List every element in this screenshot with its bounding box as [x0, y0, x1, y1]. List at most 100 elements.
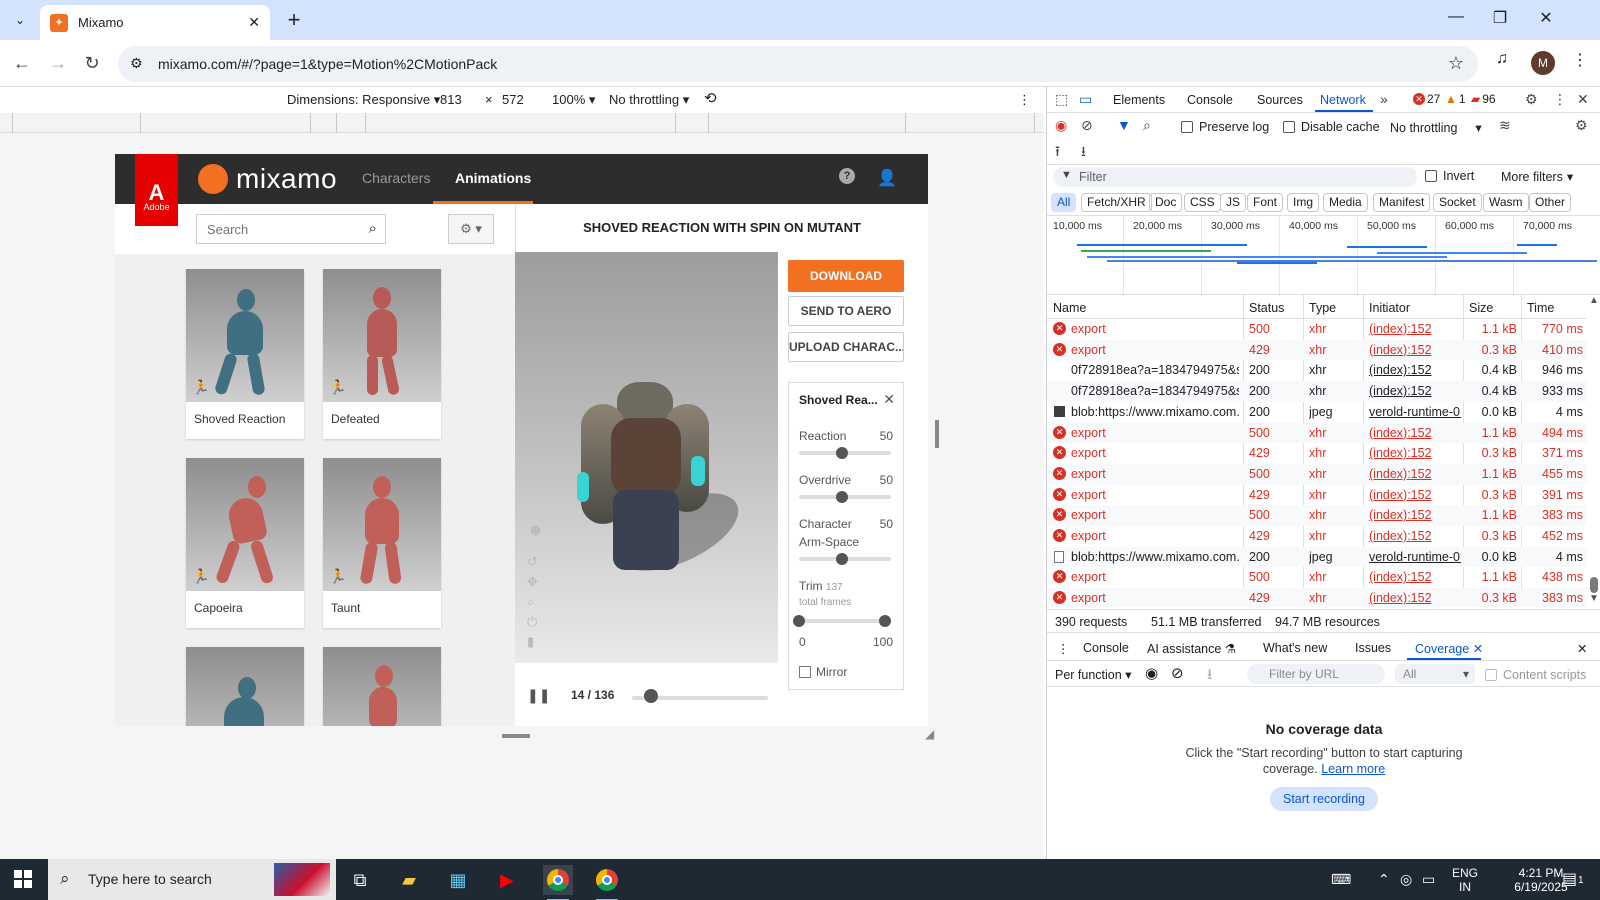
overdrive-slider-thumb[interactable] — [836, 491, 848, 503]
scroll-up-icon[interactable]: ▲ — [1589, 295, 1599, 306]
devtools-menu-icon[interactable]: ⋮ — [1553, 91, 1567, 108]
bookmark-star-icon[interactable]: ☆ — [1448, 53, 1464, 74]
width-input[interactable]: 813 — [440, 92, 462, 107]
request-name[interactable]: blob:https://www.mixamo.com... — [1071, 405, 1239, 419]
download-button[interactable]: DOWNLOAD — [788, 260, 904, 292]
rotate-view-icon[interactable]: ↺ — [527, 554, 538, 570]
restore-icon[interactable]: ❐ — [1488, 8, 1512, 28]
chrome-icon[interactable] — [543, 865, 573, 900]
table-row[interactable]: ✕ export 429 xhr (index):152 0.3 kB 371 ms — [1047, 443, 1587, 464]
start-recording-button[interactable]: Start recording — [1270, 787, 1378, 811]
col-status[interactable]: Status — [1249, 301, 1284, 315]
invert-box[interactable] — [1425, 170, 1437, 182]
viewport-width-resize-handle[interactable] — [935, 420, 939, 448]
tab-console[interactable]: Console — [1187, 93, 1233, 107]
drawer-tab-console[interactable]: Console — [1083, 641, 1129, 655]
close-tab-icon[interactable]: ✕ — [1473, 642, 1483, 656]
table-row[interactable]: blob:https://www.mixamo.com... 200 jpeg ver… — [1047, 546, 1587, 568]
search-input[interactable] — [197, 215, 357, 243]
request-initiator[interactable]: (index):152 — [1369, 591, 1461, 605]
trim-range-slider[interactable] — [799, 619, 891, 623]
more-filters-dropdown[interactable]: More filters ▾ — [1501, 169, 1573, 185]
window-close-icon[interactable]: ✕ — [1534, 8, 1558, 28]
search-highlight-image[interactable] — [274, 863, 330, 896]
network-filter-input[interactable]: Filter — [1053, 167, 1417, 187]
windows-start-icon[interactable] — [14, 870, 32, 888]
drawer-tab-issues[interactable]: Issues — [1355, 641, 1391, 655]
animation-search[interactable]: ⌕ — [196, 214, 386, 244]
table-row[interactable]: 0f728918ea?a=1834794975&s... 200 xhr (index… — [1047, 381, 1587, 402]
drawer-close-icon[interactable]: ✕ — [1577, 641, 1587, 656]
user-icon[interactable]: 👤 — [877, 168, 897, 188]
drawer-tab-coverage[interactable]: Coverage ✕ — [1415, 641, 1483, 656]
back-arrow-icon[interactable]: ← — [10, 51, 34, 75]
request-name[interactable]: export — [1071, 467, 1239, 481]
adobe-badge[interactable]: A Adobe — [135, 154, 178, 226]
table-row[interactable]: ✕ export 500 xhr (index):152 1.1 kB 455 ms — [1047, 463, 1587, 485]
minimize-icon[interactable]: — — [1444, 8, 1468, 26]
content-scripts-box[interactable] — [1485, 669, 1497, 681]
search-icon[interactable]: ⌕ — [369, 220, 377, 237]
params-close-icon[interactable]: ✕ — [883, 391, 895, 408]
coverage-type-select[interactable]: All ▾ — [1395, 664, 1475, 684]
power-icon[interactable]: ⏻ — [527, 614, 537, 630]
viewport-height-resize-handle[interactable] — [502, 734, 530, 738]
devtools-close-icon[interactable]: ✕ — [1577, 91, 1589, 108]
request-initiator[interactable]: (index):152 — [1369, 488, 1461, 502]
type-other[interactable]: Other — [1529, 193, 1572, 212]
trim-end-thumb[interactable] — [879, 615, 891, 627]
device-throttling-select[interactable]: No throttling ▾ — [609, 92, 689, 108]
3d-preview-stage[interactable]: ☻ ↺ ✥ ⌕ ⏻ ▮ — [515, 252, 778, 662]
drawer-menu-icon[interactable]: ⋮ — [1057, 641, 1070, 656]
forward-arrow-icon[interactable]: → — [46, 51, 70, 75]
network-throttling-select[interactable]: No throttling ▾ — [1390, 120, 1482, 136]
preserve-log-checkbox[interactable]: Preserve log — [1181, 120, 1269, 134]
clear-coverage-icon[interactable]: ⊘ — [1171, 664, 1184, 682]
table-row[interactable]: ✕ export 429 xhr (index):152 0.3 kB 391 ms — [1047, 485, 1587, 506]
learn-more-link[interactable]: Learn more — [1321, 762, 1385, 776]
table-row[interactable]: ✕ export 429 xhr (index):152 0.3 kB 410 ms — [1047, 339, 1587, 361]
invert-checkbox[interactable]: Invert — [1425, 169, 1474, 183]
mirror-checkbox-box[interactable] — [799, 666, 811, 678]
request-initiator[interactable]: (index):152 — [1369, 322, 1461, 336]
animation-card-taunt[interactable]: 🏃 Taunt — [323, 458, 441, 628]
type-manifest[interactable]: Manifest — [1373, 193, 1431, 212]
table-row[interactable]: ✕ export 429 xhr (index):152 0.3 kB 383 ms — [1047, 588, 1587, 607]
height-input[interactable]: 572 — [502, 92, 524, 107]
tab-elements[interactable]: Elements — [1113, 93, 1165, 107]
mirror-checkbox[interactable]: Mirror — [799, 665, 847, 679]
send-to-aero-button[interactable]: SEND TO AERO — [788, 296, 904, 326]
request-initiator[interactable]: verold-runtime-0.7 — [1369, 550, 1461, 564]
scroll-down-icon[interactable]: ▼ — [1589, 593, 1599, 604]
scrollbar-thumb[interactable] — [1590, 577, 1598, 593]
type-doc[interactable]: Doc — [1149, 193, 1183, 212]
request-name[interactable]: 0f728918ea?a=1834794975&s... — [1071, 384, 1239, 398]
url-text[interactable]: mixamo.com/#/?page=1&type=Motion%2CMotio… — [158, 56, 497, 72]
request-initiator[interactable]: (index):152 — [1369, 426, 1461, 440]
request-name[interactable]: export — [1071, 488, 1239, 502]
disable-cache-box[interactable] — [1283, 121, 1295, 133]
network-settings-gear-icon[interactable]: ⚙ — [1575, 117, 1588, 134]
type-media[interactable]: Media — [1323, 193, 1368, 212]
table-row[interactable]: blob:https://www.mixamo.com... 200 jpeg ver… — [1047, 402, 1587, 423]
tab-close-icon[interactable]: ✕ — [248, 14, 260, 31]
request-initiator[interactable]: (index):152 — [1369, 508, 1461, 522]
network-conditions-wifi-icon[interactable]: ≋ — [1499, 117, 1511, 134]
col-initiator[interactable]: Initiator — [1369, 301, 1410, 315]
coverage-url-filter[interactable]: Filter by URL — [1247, 664, 1385, 684]
table-row[interactable]: ✕ export 500 xhr (index):152 1.1 kB 383 ms — [1047, 505, 1587, 526]
table-row[interactable]: ✕ export 429 xhr (index):152 0.3 kB 452 ms — [1047, 526, 1587, 547]
file-explorer-icon[interactable]: ▰ — [394, 865, 424, 895]
taskbar-search-box[interactable]: ⌕ Type here to search — [48, 859, 336, 900]
col-size[interactable]: Size — [1469, 301, 1493, 315]
site-settings-icon[interactable]: ⚙ — [130, 55, 143, 72]
media-controls-icon[interactable]: ♫ — [1496, 50, 1508, 68]
type-wasm[interactable]: Wasm — [1483, 193, 1529, 212]
reaction-slider-thumb[interactable] — [836, 447, 848, 459]
col-name[interactable]: Name — [1053, 301, 1086, 315]
preserve-log-box[interactable] — [1181, 121, 1193, 133]
animation-card-partial[interactable] — [323, 647, 441, 726]
table-row[interactable]: ✕ export 500 xhr (index):152 1.1 kB 438 ms — [1047, 567, 1587, 588]
request-initiator[interactable]: (index):152 — [1369, 343, 1461, 357]
tab-network[interactable]: Network — [1320, 93, 1366, 107]
